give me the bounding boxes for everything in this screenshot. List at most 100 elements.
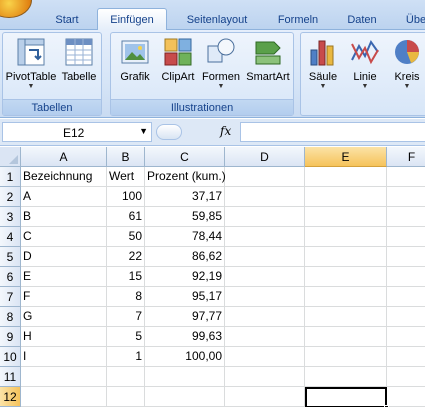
row-header[interactable]: 7: [0, 287, 21, 307]
cell-a6[interactable]: E: [21, 267, 107, 287]
cell-a5[interactable]: D: [21, 247, 107, 267]
tab-daten[interactable]: Daten: [336, 9, 388, 30]
cell-e1[interactable]: [305, 167, 387, 187]
cell-a11[interactable]: [21, 367, 107, 387]
cell-a9[interactable]: H: [21, 327, 107, 347]
cell-a10[interactable]: I: [21, 347, 107, 367]
row-header[interactable]: 2: [0, 187, 21, 207]
tab-seitenlayout[interactable]: Seitenlayout: [174, 9, 260, 30]
cell-f1[interactable]: [387, 167, 425, 187]
cell-c6[interactable]: 92,19: [145, 267, 225, 287]
cell-b2[interactable]: 100: [107, 187, 145, 207]
cell-d10[interactable]: [225, 347, 305, 367]
cell-e2[interactable]: [305, 187, 387, 207]
cell-b10[interactable]: 1: [107, 347, 145, 367]
tab-ueberpruefen[interactable]: Übe: [396, 9, 425, 30]
cell-b5[interactable]: 22: [107, 247, 145, 267]
cell-b8[interactable]: 7: [107, 307, 145, 327]
grafik-button[interactable]: Grafik: [113, 36, 157, 98]
cell-e3[interactable]: [305, 207, 387, 227]
cell-a1[interactable]: Bezeichnung: [21, 167, 107, 187]
cell-b1[interactable]: Wert: [107, 167, 145, 187]
cell-c12[interactable]: [145, 387, 225, 407]
cell-f2[interactable]: [387, 187, 425, 207]
row-header[interactable]: 4: [0, 227, 21, 247]
cell-a3[interactable]: B: [21, 207, 107, 227]
formen-button[interactable]: Formen ▼: [199, 36, 243, 98]
cell-a8[interactable]: G: [21, 307, 107, 327]
linie-button[interactable]: Linie ▼: [345, 36, 385, 98]
active-cell-e12[interactable]: [305, 387, 389, 407]
pivottable-button[interactable]: PivotTable ▼: [5, 36, 57, 98]
cell-f12[interactable]: [387, 387, 425, 407]
cell-a7[interactable]: F: [21, 287, 107, 307]
row-header[interactable]: 10: [0, 347, 21, 367]
cell-e9[interactable]: [305, 327, 387, 347]
cell-c7[interactable]: 95,17: [145, 287, 225, 307]
office-button[interactable]: [0, 0, 32, 18]
formula-input[interactable]: [240, 122, 425, 142]
cell-c2[interactable]: 37,17: [145, 187, 225, 207]
column-header-e[interactable]: E: [305, 147, 387, 167]
cell-f4[interactable]: [387, 227, 425, 247]
column-header-f[interactable]: F: [387, 147, 425, 167]
row-header[interactable]: 5: [0, 247, 21, 267]
cell-d12[interactable]: [225, 387, 305, 407]
cell-f7[interactable]: [387, 287, 425, 307]
cell-c1[interactable]: Prozent (kum.): [145, 167, 226, 187]
cell-d11[interactable]: [225, 367, 305, 387]
row-header[interactable]: 8: [0, 307, 21, 327]
cell-f9[interactable]: [387, 327, 425, 347]
chevron-down-icon[interactable]: ▼: [139, 126, 148, 136]
expand-handle[interactable]: [156, 124, 182, 140]
tab-start[interactable]: Start: [44, 9, 90, 30]
cell-e7[interactable]: [305, 287, 387, 307]
column-header-b[interactable]: B: [107, 147, 145, 167]
cell-c9[interactable]: 99,63: [145, 327, 225, 347]
cell-e11[interactable]: [305, 367, 387, 387]
column-header-d[interactable]: D: [225, 147, 305, 167]
cell-d1[interactable]: [225, 167, 305, 187]
clipart-button[interactable]: ClipArt: [156, 36, 200, 98]
cell-b9[interactable]: 5: [107, 327, 145, 347]
cell-c4[interactable]: 78,44: [145, 227, 225, 247]
row-header[interactable]: 6: [0, 267, 21, 287]
cell-a2[interactable]: A: [21, 187, 107, 207]
smartart-button[interactable]: SmartArt: [243, 36, 293, 98]
insert-function-icon[interactable]: fx: [220, 124, 231, 138]
cell-a4[interactable]: C: [21, 227, 107, 247]
tabelle-button[interactable]: Tabelle: [57, 36, 101, 98]
cell-a12[interactable]: [21, 387, 107, 407]
cell-c5[interactable]: 86,62: [145, 247, 225, 267]
saeule-button[interactable]: Säule ▼: [301, 36, 345, 98]
cell-f8[interactable]: [387, 307, 425, 327]
kreis-button[interactable]: Kreis ▼: [387, 36, 425, 98]
cell-f10[interactable]: [387, 347, 425, 367]
cell-e10[interactable]: [305, 347, 387, 367]
cell-e6[interactable]: [305, 267, 387, 287]
cell-c3[interactable]: 59,85: [145, 207, 225, 227]
cell-f6[interactable]: [387, 267, 425, 287]
cell-d4[interactable]: [225, 227, 305, 247]
row-header[interactable]: 1: [0, 167, 21, 187]
cell-e8[interactable]: [305, 307, 387, 327]
cell-d2[interactable]: [225, 187, 305, 207]
cell-d3[interactable]: [225, 207, 305, 227]
cell-b12[interactable]: [107, 387, 145, 407]
row-header[interactable]: 3: [0, 207, 21, 227]
cell-b11[interactable]: [107, 367, 145, 387]
cell-f3[interactable]: [387, 207, 425, 227]
row-header[interactable]: 11: [0, 367, 21, 387]
tab-einfuegen[interactable]: Einfügen: [97, 8, 167, 31]
cell-e4[interactable]: [305, 227, 387, 247]
cell-d9[interactable]: [225, 327, 305, 347]
name-box[interactable]: E12 ▼: [2, 122, 152, 142]
cell-b4[interactable]: 50: [107, 227, 145, 247]
select-all-button[interactable]: [0, 147, 21, 167]
cell-f5[interactable]: [387, 247, 425, 267]
cell-d8[interactable]: [225, 307, 305, 327]
column-header-c[interactable]: C: [145, 147, 225, 167]
cell-c11[interactable]: [145, 367, 225, 387]
cell-d5[interactable]: [225, 247, 305, 267]
cell-d7[interactable]: [225, 287, 305, 307]
